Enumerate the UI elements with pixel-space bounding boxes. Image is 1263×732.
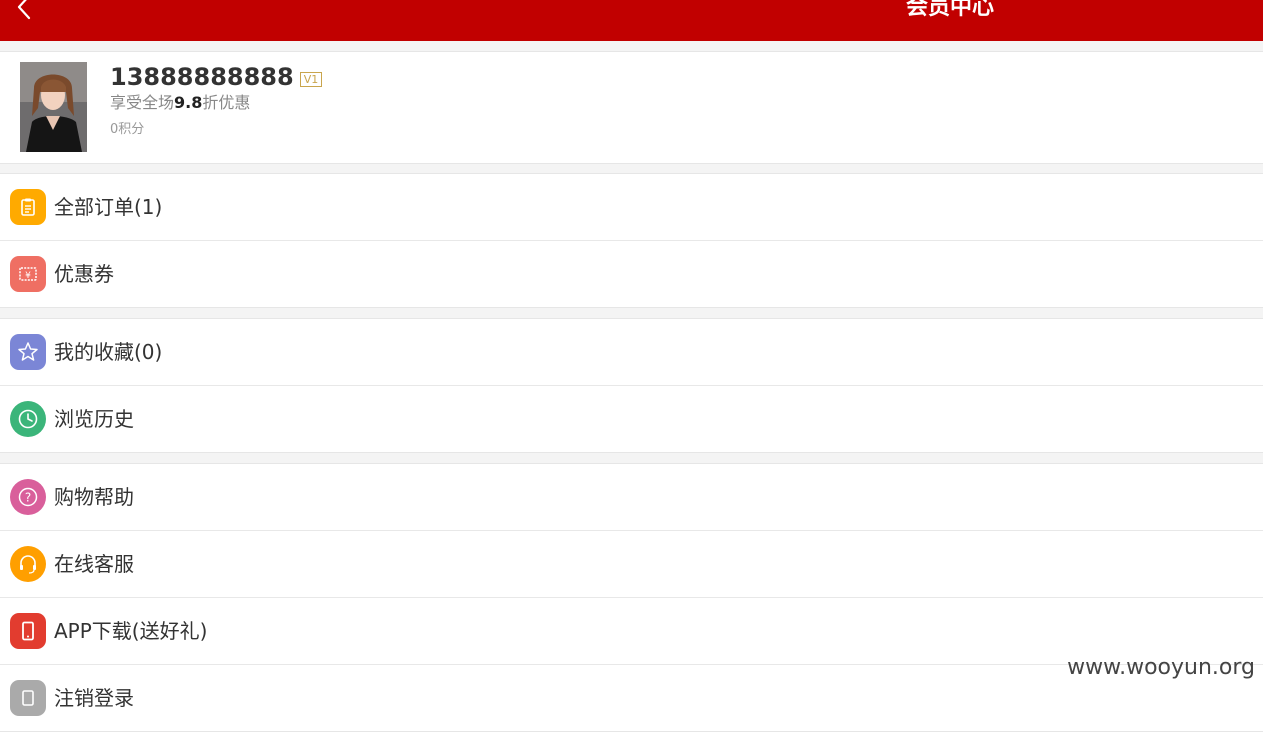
headset-icon (10, 546, 46, 582)
svg-text:¥: ¥ (25, 271, 31, 281)
logout-icon (10, 680, 46, 716)
level-badge: V1 (299, 71, 323, 87)
phone-icon (10, 613, 46, 649)
menu-item-coupons[interactable]: ¥ 优惠券 (0, 241, 1263, 307)
points-text: 0积分 (110, 122, 145, 137)
svg-text:?: ? (25, 491, 31, 505)
phone-number: 13888888888 (110, 63, 294, 91)
menu-item-favorites[interactable]: 我的收藏(0) (0, 319, 1263, 386)
menu-item-help[interactable]: ? 购物帮助 (0, 464, 1263, 531)
discount-prefix: 享受全场 (110, 93, 175, 112)
clipboard-icon (10, 189, 46, 225)
header-bar: 会员中心 (0, 0, 1263, 41)
help-icon: ? (10, 479, 46, 515)
page-title: 会员中心 (905, 0, 994, 20)
menu-item-history[interactable]: 浏览历史 (0, 386, 1263, 452)
coupon-icon: ¥ (10, 256, 46, 292)
menu-label: 全部订单(1) (54, 195, 163, 219)
clock-icon (10, 401, 46, 437)
menu-label: 我的收藏(0) (54, 340, 163, 364)
avatar[interactable] (20, 62, 87, 152)
menu-label: 浏览历史 (54, 407, 134, 431)
menu-item-orders[interactable]: 全部订单(1) (0, 174, 1263, 241)
menu-label: 购物帮助 (54, 485, 134, 509)
discount-suffix: 折优惠 (202, 93, 251, 112)
menu-label: 在线客服 (54, 552, 134, 576)
menu-group-orders: 全部订单(1) ¥ 优惠券 (0, 173, 1263, 308)
menu-item-customer-service[interactable]: 在线客服 (0, 531, 1263, 598)
profile-card[interactable]: 13888888888 V1 享受全场9.8折优惠 0积分 (0, 51, 1263, 164)
watermark: www.wooyun.org (1067, 655, 1255, 680)
menu-label: APP下载(送好礼) (54, 619, 208, 643)
avatar-photo (20, 62, 87, 152)
menu-group-favorites: 我的收藏(0) 浏览历史 (0, 318, 1263, 453)
menu-label: 优惠券 (54, 262, 114, 286)
star-icon (10, 334, 46, 370)
discount-text: 享受全场9.8折优惠 (110, 92, 250, 114)
discount-value: 9.8 (174, 93, 203, 112)
menu-label: 注销登录 (54, 686, 134, 710)
user-phone: 13888888888 V1 (110, 62, 323, 92)
menu-group-help: ? 购物帮助 在线客服 APP下载(送好礼) 注销登录 (0, 463, 1263, 732)
